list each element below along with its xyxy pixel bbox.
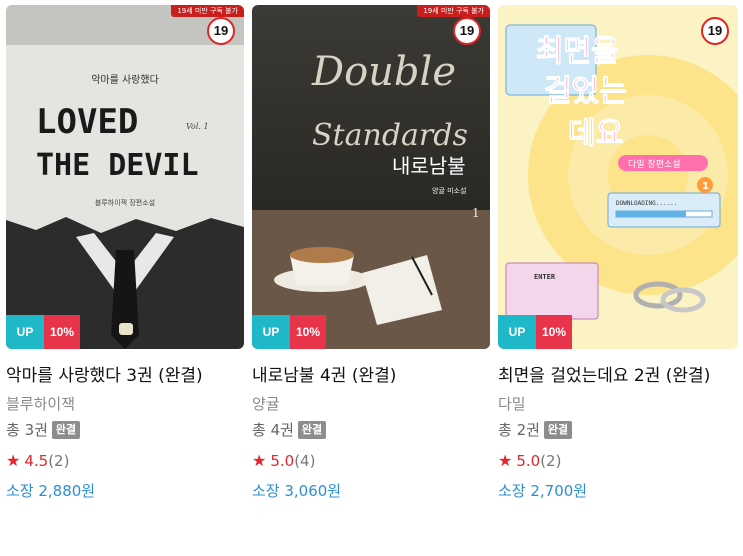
cover-korean-title: 내로남불 [392,154,466,178]
cover-art: DOWNLOADING...... ENTER 최면을 걸었는 데요 다밀 장편… [498,5,738,349]
discount-badge: 10% [290,315,326,349]
book-card[interactable]: DOWNLOADING...... ENTER 최면을 걸었는 데요 다밀 장편… [498,5,738,501]
book-card[interactable]: Double Standards 내로남불 양귤 미소설 1 19세 미만 구독… [252,5,490,501]
volume-info: 총 3권 완결 [6,419,244,441]
discount-badge: 10% [536,315,572,349]
age-notice: 19세 미만 구독 불가 [171,5,244,17]
price: 소장 3,060원 [252,482,342,500]
age-19-badge: 19 [207,17,235,45]
volume-count: 총 2권 [498,421,540,439]
complete-badge: 완결 [297,421,327,439]
up-badge: UP [498,315,536,349]
rating: ★ 5.0 (2) [498,451,738,471]
rating-count: (2) [48,452,70,470]
age-19-badge: 19 [453,17,481,45]
book-title[interactable]: 최면을 걸었는데요 2권 (완결) [498,363,738,389]
rating: ★ 5.0 (4) [252,451,490,471]
cover-art: 악마를 사랑했다 LOVED THE DEVIL Vol. 1 블루하이잭 장편… [6,5,244,349]
book-author[interactable]: 다밀 [498,393,738,415]
cover-downloading: DOWNLOADING...... [616,200,677,207]
cover-author-line: 양귤 미소설 [432,186,466,195]
rating-count: (4) [294,452,316,470]
book-author[interactable]: 블루하이잭 [6,393,244,415]
rating-value: 4.5 [24,452,49,470]
rating-count: (2) [540,452,562,470]
discount-badge: 10% [44,315,80,349]
cover-vol: 1 [702,181,709,192]
up-badge: UP [252,315,290,349]
volume-info: 총 2권 완결 [498,419,738,441]
book-cover[interactable]: DOWNLOADING...... ENTER 최면을 걸었는 데요 다밀 장편… [498,5,738,349]
rating-value: 5.0 [516,452,541,470]
rating: ★ 4.5 (2) [6,451,244,471]
cover-title-line3: 데요 [568,116,623,151]
promo-tag: UP 10% [252,315,326,349]
book-title[interactable]: 내로남불 4권 (완결) [252,363,490,389]
book-cover[interactable]: 악마를 사랑했다 LOVED THE DEVIL Vol. 1 블루하이잭 장편… [6,5,244,349]
price: 소장 2,700원 [498,482,588,500]
complete-badge: 완결 [543,421,573,439]
volume-count: 총 3권 [6,421,48,439]
cover-art: Double Standards 내로남불 양귤 미소설 1 [252,5,490,349]
cover-title-line1: LOVED [36,102,138,142]
promo-tag: UP 10% [6,315,80,349]
book-cover[interactable]: Double Standards 내로남불 양귤 미소설 1 19세 미만 구독… [252,5,490,349]
book-author[interactable]: 양귤 [252,393,490,415]
volume-info: 총 4권 완결 [252,419,490,441]
star-icon: ★ [498,451,513,470]
cover-vol: 1 [472,206,480,220]
cover-script-line1: Double [311,49,456,95]
volume-count: 총 4권 [252,421,294,439]
rating-value: 5.0 [270,452,295,470]
star-icon: ★ [252,451,267,470]
book-card[interactable]: 악마를 사랑했다 LOVED THE DEVIL Vol. 1 블루하이잭 장편… [6,5,244,501]
book-title[interactable]: 악마를 사랑했다 3권 (완결) [6,363,244,389]
promo-tag: UP 10% [498,315,572,349]
cover-script-line2: Standards [312,118,468,153]
cover-enter: ENTER [534,273,556,281]
cover-author-line: 블루하이잭 장편소설 [95,198,155,207]
age-notice: 19세 미만 구독 불가 [417,5,490,17]
cover-subtitle: 악마를 사랑했다 [91,73,159,86]
cover-title-line2: 걸었는 [544,74,627,109]
age-19-badge: 19 [701,17,729,45]
complete-badge: 완결 [51,421,81,439]
up-badge: UP [6,315,44,349]
cover-title-line1: 최면을 [536,34,619,69]
star-icon: ★ [6,451,21,470]
cover-author-line: 다밀 장편소설 [628,158,681,170]
cover-vol: Vol. 1 [186,122,209,131]
price: 소장 2,880원 [6,482,96,500]
cover-title-line2: THE DEVIL [36,148,199,183]
